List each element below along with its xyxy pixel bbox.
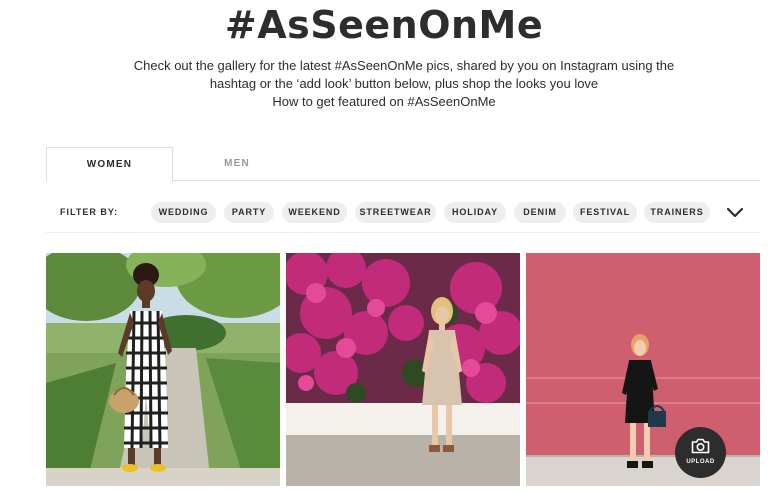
filter-trainers-button[interactable]: TRAINERS [644, 202, 710, 223]
upload-button[interactable]: UPLOAD [675, 427, 726, 478]
tab-women[interactable]: WOMEN [46, 147, 173, 182]
filter-party-button[interactable]: PARTY [224, 202, 274, 223]
filter-holiday-button[interactable]: HOLIDAY [444, 202, 506, 223]
description-line-1: Check out the gallery for the latest #As… [133, 58, 675, 73]
filter-wedding-button[interactable]: WEDDING [151, 202, 216, 223]
page-description: Check out the gallery for the latest #As… [120, 57, 688, 93]
filter-streetwear-button[interactable]: STREETWEAR [355, 202, 436, 223]
chevron-down-icon[interactable] [726, 203, 744, 221]
filter-weekend-button[interactable]: WEEKEND [282, 202, 347, 223]
photo-gingham-jumpsuit-look [46, 253, 280, 486]
filter-denim-button[interactable]: DENIM [514, 202, 566, 223]
photo-slip-dress-bougainvillea-look [286, 253, 520, 486]
description-line-2: hashtag or the ‘add look’ button below, … [209, 76, 599, 91]
camera-icon [691, 438, 710, 454]
how-to-get-featured-link[interactable]: How to get featured on #AsSeenOnMe [0, 93, 768, 111]
filter-bar: FILTER BY: WEDDING PARTY WEEKEND STREETW… [46, 194, 760, 233]
tab-men[interactable]: MEN [172, 147, 302, 179]
upload-label: UPLOAD [686, 459, 715, 465]
gender-tabs: WOMEN MEN [46, 147, 760, 182]
filter-festival-button[interactable]: FESTIVAL [573, 202, 637, 223]
gallery-photo-2[interactable] [286, 253, 520, 486]
gallery-photo-1[interactable] [46, 253, 280, 486]
page-title: #AsSeenOnMe [224, 3, 544, 47]
filter-label: FILTER BY: [60, 207, 119, 217]
